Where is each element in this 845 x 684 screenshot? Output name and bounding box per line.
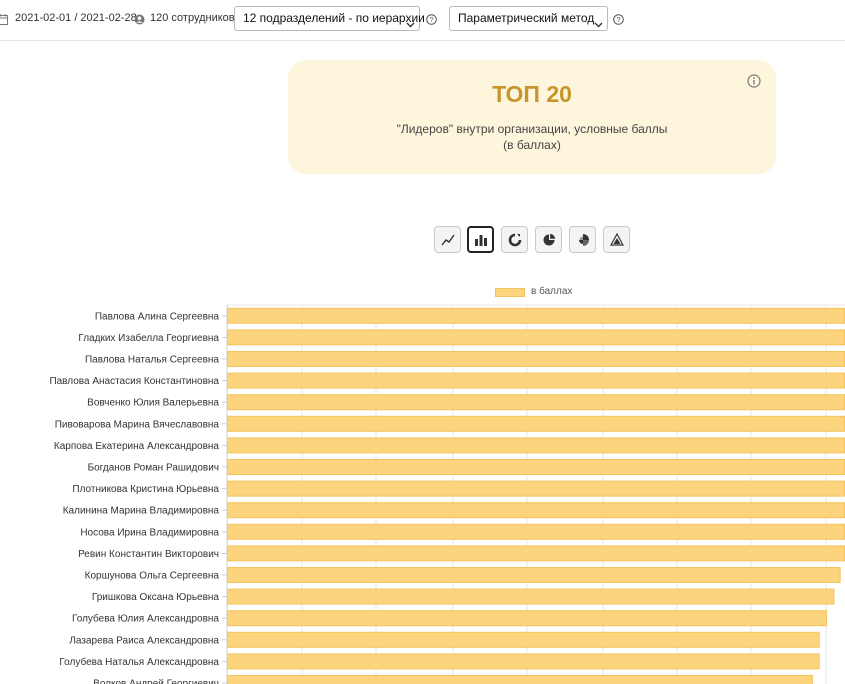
y-tick-label: Волков Андрей Георгиевич [93,679,219,684]
y-tick-label: Ревин Константин Викторович [78,549,219,560]
bar[interactable] [227,437,845,454]
bar[interactable] [227,631,820,648]
y-tick-label: Пивоварова Марина Вячеславовна [55,419,220,430]
bar[interactable] [227,588,835,605]
bar[interactable] [227,394,845,411]
bar[interactable] [227,675,813,684]
bar[interactable] [227,329,845,346]
bar[interactable] [227,653,820,670]
bar[interactable] [227,545,845,562]
y-tick-label: Плотникова Кристина Юрьевна [72,484,219,495]
y-tick-label: Павлова Алина Сергеевна [95,311,220,322]
y-tick-label: Павлова Анастасия Константиновна [49,376,219,387]
bar[interactable] [227,567,841,583]
y-tick-label: Карпова Екатерина Александровна [54,441,220,452]
bar[interactable] [227,372,845,389]
bar-chart: Павлова Алина Сергеевна Гладких Изабелла … [49,304,845,684]
bar[interactable] [227,523,845,540]
bar[interactable] [227,502,845,519]
y-tick-label: Гришкова Оксана Юрьевна [92,592,220,603]
y-tick-label: Богданов Роман Рашидович [88,463,219,474]
bar[interactable] [227,610,828,627]
y-tick-label: Гладких Изабелла Георгиевна [78,332,219,344]
y-tick-label: Вовченко Юлия Валерьевна [87,398,219,409]
bar[interactable] [227,459,845,475]
y-tick-label: Голубева Юлия Александровна [72,613,219,625]
y-tick-label: Лазарева Раиса Александровна [69,635,219,646]
y-tick-label: Голубева Наталья Александровна [59,656,219,668]
bar[interactable] [227,480,845,497]
y-tick-label: Калинина Марина Владимировна [63,506,220,517]
y-tick-label: Носова Ирина Владимировна [80,527,219,538]
bar[interactable] [227,307,845,324]
bar[interactable] [227,415,845,432]
y-tick-label: Коршунова Ольга Сергеевна [85,571,220,582]
y-tick-label: Павлова Наталья Сергеевна [85,355,219,366]
bar[interactable] [227,351,845,367]
